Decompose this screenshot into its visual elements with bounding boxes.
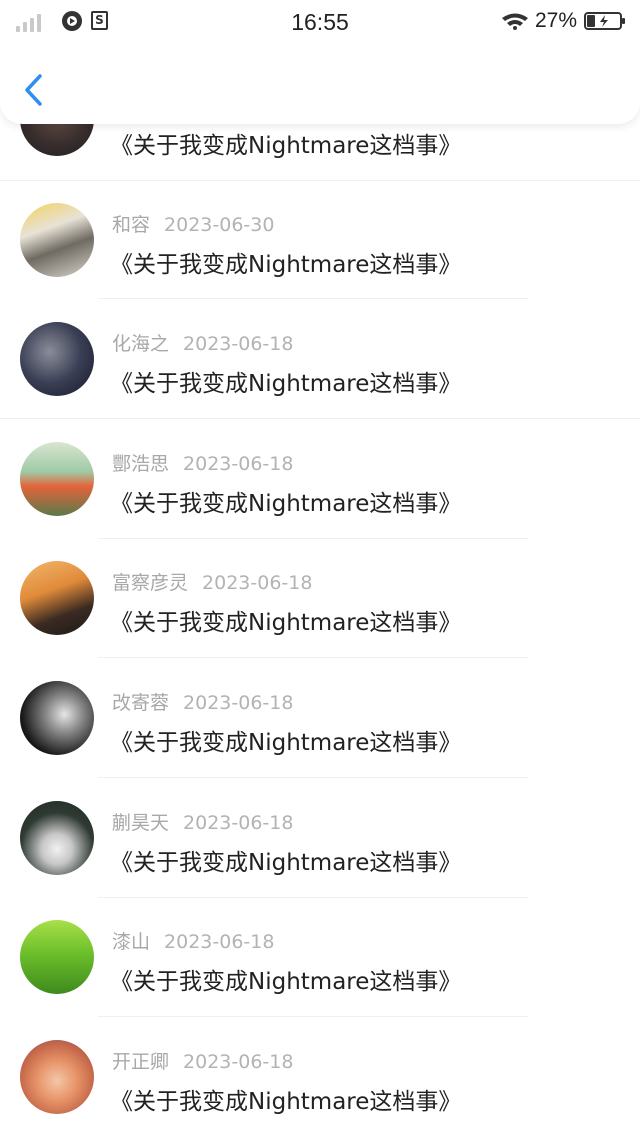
divider bbox=[98, 777, 528, 778]
wifi-icon bbox=[502, 13, 528, 30]
date: 2023-06-18 bbox=[183, 692, 294, 714]
list-item-meta: 富察彦灵 2023-06-18 bbox=[112, 568, 312, 595]
user-name: 蒯昊天 bbox=[112, 812, 170, 834]
list-item[interactable]: 漆山 2023-06-18 《关于我变成Nightmare这档事》 bbox=[0, 898, 640, 1017]
avatar bbox=[20, 561, 94, 635]
avatar bbox=[20, 801, 94, 875]
list-item-meta: 和容 2023-06-30 bbox=[112, 210, 274, 237]
date: 2023-06-18 bbox=[202, 572, 313, 594]
list-item-meta: 开正卿 2023-06-18 bbox=[112, 1047, 293, 1074]
list-item-title: 《关于我变成Nightmare这档事》 bbox=[110, 252, 462, 278]
list-item[interactable]: 富察彦灵 2023-06-18 《关于我变成Nightmare这档事》 bbox=[0, 539, 640, 658]
user-name: 改寄蓉 bbox=[112, 692, 170, 714]
date: 2023-06-18 bbox=[183, 812, 294, 834]
date: 2023-06-18 bbox=[164, 931, 275, 953]
list-item-meta: 酆浩思 2023-06-18 bbox=[112, 449, 293, 476]
top-nav-bar bbox=[0, 46, 640, 124]
list-item[interactable]: 和容 2023-06-30 《关于我变成Nightmare这档事》 bbox=[0, 181, 640, 299]
back-button[interactable] bbox=[20, 70, 50, 110]
list-item-title: 《关于我变成Nightmare这档事》 bbox=[110, 850, 462, 876]
list-item[interactable]: 开正卿 2023-06-18 《关于我变成Nightmare这档事》 bbox=[0, 1018, 640, 1136]
divider bbox=[98, 298, 528, 299]
date: 2023-06-18 bbox=[183, 333, 294, 355]
list-item-title: 《关于我变成Nightmare这档事》 bbox=[110, 133, 462, 159]
list-item[interactable]: 蒯昊天 2023-06-18 《关于我变成Nightmare这档事》 bbox=[0, 779, 640, 898]
user-name: 开正卿 bbox=[112, 1051, 170, 1073]
avatar bbox=[20, 442, 94, 516]
divider bbox=[0, 418, 640, 419]
user-name: 和容 bbox=[112, 214, 151, 236]
status-bar: S 16:55 27% bbox=[0, 0, 640, 46]
list-item[interactable]: 酆浩思 2023-06-18 《关于我变成Nightmare这档事》 bbox=[0, 420, 640, 539]
divider bbox=[98, 1016, 528, 1017]
battery-charging-icon bbox=[584, 12, 625, 30]
avatar bbox=[20, 920, 94, 994]
date: 2023-06-30 bbox=[164, 214, 275, 236]
divider bbox=[98, 657, 528, 658]
list-item-title: 《关于我变成Nightmare这档事》 bbox=[110, 1089, 462, 1115]
user-name: 化海之 bbox=[112, 333, 170, 355]
list-item-meta: 改寄蓉 2023-06-18 bbox=[112, 688, 293, 715]
list-item[interactable]: 改寄蓉 2023-06-18 《关于我变成Nightmare这档事》 bbox=[0, 659, 640, 778]
list-item-meta: 化海之 2023-06-18 bbox=[112, 329, 293, 356]
list-item-meta: 蒯昊天 2023-06-18 bbox=[112, 808, 293, 835]
list-item-title: 《关于我变成Nightmare这档事》 bbox=[110, 491, 462, 517]
avatar bbox=[20, 681, 94, 755]
user-name: 酆浩思 bbox=[112, 453, 170, 475]
list-item[interactable]: 化海之 2023-06-18 《关于我变成Nightmare这档事》 bbox=[0, 300, 640, 419]
user-name: 漆山 bbox=[112, 931, 151, 953]
user-name: 富察彦灵 bbox=[112, 572, 189, 594]
date: 2023-06-18 bbox=[183, 1051, 294, 1073]
avatar bbox=[20, 322, 94, 396]
date: 2023-06-18 bbox=[183, 453, 294, 475]
list-item-title: 《关于我变成Nightmare这档事》 bbox=[110, 371, 462, 397]
list-item-title: 《关于我变成Nightmare这档事》 bbox=[110, 969, 462, 995]
list-item-title: 《关于我变成Nightmare这档事》 bbox=[110, 730, 462, 756]
avatar bbox=[20, 1040, 94, 1114]
avatar bbox=[20, 203, 94, 277]
battery-percent: 27% bbox=[535, 9, 578, 32]
list-item-meta: 漆山 2023-06-18 bbox=[112, 927, 274, 954]
list-item-title: 《关于我变成Nightmare这档事》 bbox=[110, 610, 462, 636]
